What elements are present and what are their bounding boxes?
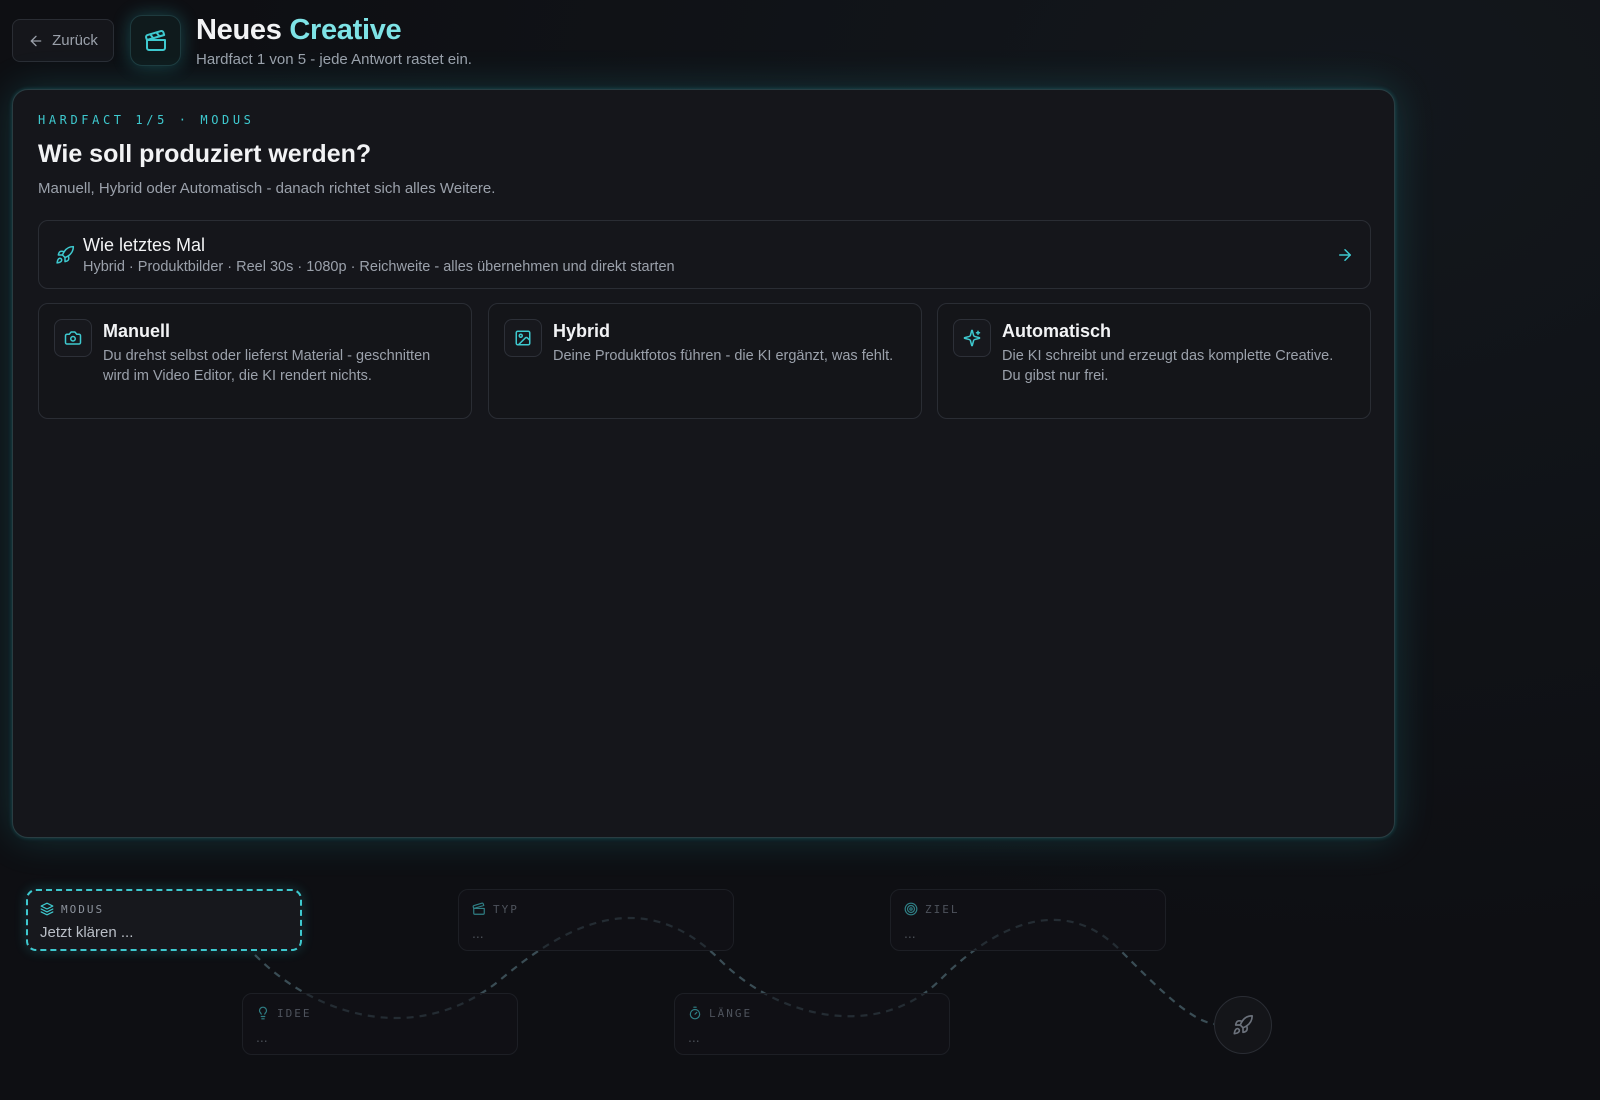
option-description: Die KI schreibt und erzeugt das komplett… [1002, 348, 1334, 384]
option-title: Automatisch [1002, 321, 1112, 341]
step-value: Jetzt klären ... [40, 924, 134, 941]
clapperboard-icon [472, 902, 485, 915]
step-ziel: ZIEL ... [890, 889, 1166, 951]
step-idee: IDEE ... [242, 993, 518, 1055]
step-label-text: LÄNGE [709, 1006, 753, 1020]
question-title: Wie soll produziert werden? [38, 140, 372, 168]
rocket-icon [1233, 1015, 1253, 1035]
step-value: ... [472, 925, 484, 941]
target-icon [904, 902, 918, 916]
sparkles-icon [953, 319, 991, 357]
arrow-right-icon [1339, 249, 1351, 261]
option-title: Hybrid [553, 321, 611, 341]
option-automatisch[interactable]: Automatisch Die KI schreibt und erzeugt … [937, 303, 1371, 419]
option-description: Du drehst selbst oder lieferst Material … [103, 348, 431, 384]
step-label-text: ZIEL [925, 902, 960, 916]
page-title: Neues Creative [196, 14, 402, 47]
rocket-icon [56, 245, 75, 264]
step-label: TYP [472, 902, 519, 916]
step-label: IDEE [256, 1006, 312, 1020]
step-typ: TYP ... [458, 889, 734, 951]
question-subtitle: Manuell, Hybrid oder Automatisch - danac… [38, 180, 496, 197]
lightbulb-icon [258, 1006, 268, 1020]
option-description: Deine Produktfotos führen - die KI ergän… [553, 348, 894, 364]
page-title-main: Neues [196, 14, 290, 46]
step-modus[interactable]: MODUS Jetzt klären ... [26, 889, 302, 951]
option-manuell[interactable]: Manuell Du drehst selbst oder lieferst M… [38, 303, 472, 419]
step-value: ... [904, 925, 916, 941]
arrow-left-icon [30, 35, 42, 46]
question-card: HARDFACT 1/5 · MODUS Wie soll produziert… [12, 89, 1395, 838]
back-button[interactable]: Zurück [12, 19, 114, 62]
step-label-text: MODUS [61, 902, 105, 916]
option-title: Manuell [103, 321, 171, 341]
step-label: ZIEL [904, 902, 960, 916]
launch-button[interactable] [1214, 996, 1272, 1054]
step-laenge: LÄNGE ... [674, 993, 950, 1055]
camera-icon [54, 319, 92, 357]
step-value: ... [256, 1029, 268, 1045]
step-value: ... [688, 1029, 700, 1045]
clapperboard-icon [130, 15, 181, 66]
option-hybrid[interactable]: Hybrid Deine Produktfotos führen - die K… [488, 303, 922, 419]
repeat-last-description: Hybrid · Produktbilder · Reel 30s · 1080… [83, 259, 675, 275]
step-label-text: TYP [493, 902, 519, 916]
question-eyebrow: HARDFACT 1/5 · MODUS [38, 113, 255, 127]
back-button-label: Zurück [52, 32, 98, 49]
step-label: LÄNGE [688, 1006, 752, 1020]
layers-icon [40, 902, 54, 916]
timer-icon [689, 1006, 701, 1020]
repeat-last-button[interactable]: Wie letztes Mal Hybrid · Produktbilder ·… [38, 220, 1371, 289]
page-subtitle: Hardfact 1 von 5 - jede Antwort rastet e… [196, 51, 472, 68]
image-icon [504, 319, 542, 357]
step-label: MODUS [40, 902, 104, 916]
step-label-text: IDEE [277, 1006, 312, 1020]
page-title-accent: Creative [289, 14, 402, 46]
repeat-last-title: Wie letztes Mal [83, 235, 206, 255]
